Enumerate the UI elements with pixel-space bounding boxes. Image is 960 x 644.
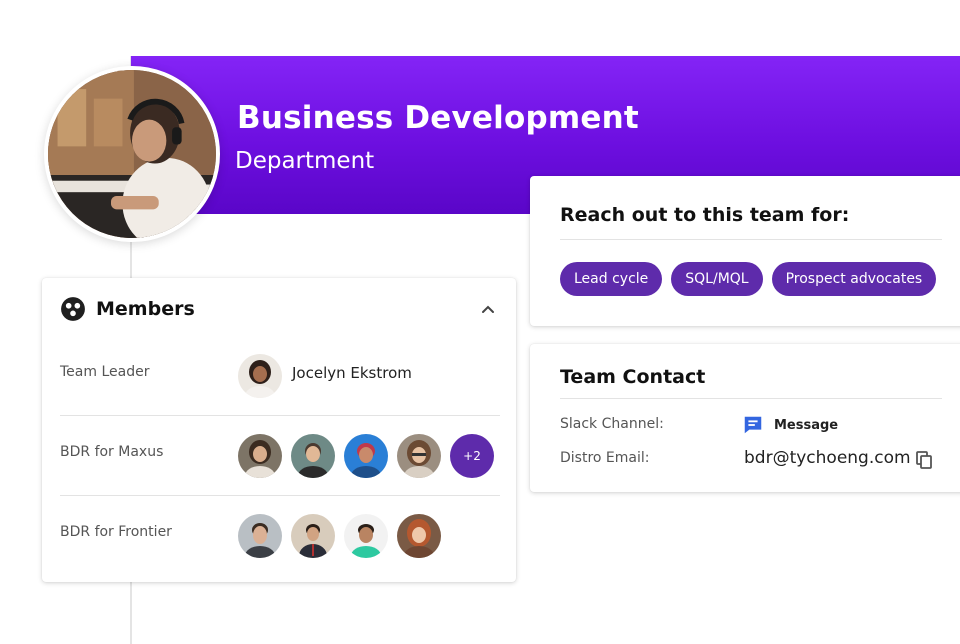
chevron-up-icon[interactable] (478, 300, 498, 320)
team-leader-name[interactable]: Jocelyn Ekstrom (292, 364, 412, 382)
slack-message-link[interactable]: Message (742, 414, 838, 436)
reach-out-card: Reach out to this team for: Lead cycle S… (530, 176, 960, 326)
avatar[interactable] (291, 514, 335, 558)
role-label: BDR for Maxus (60, 444, 164, 460)
avatar[interactable] (344, 434, 388, 478)
team-contact-title: Team Contact (560, 366, 706, 388)
members-title: Members (96, 298, 195, 320)
chip-lead-cycle[interactable]: Lead cycle (560, 262, 663, 296)
reach-out-title: Reach out to this team for: (560, 204, 850, 226)
member-row-team-leader: Team Leader Jocelyn Ekstrom (60, 336, 500, 416)
more-members-badge[interactable]: +2 (450, 434, 494, 478)
topic-chips: Lead cycle SQL/MQL Prospect advocates (560, 262, 945, 296)
copy-icon[interactable] (914, 450, 934, 470)
chip-sql-mql[interactable]: SQL/MQL (671, 262, 763, 296)
avatar[interactable] (397, 434, 441, 478)
members-header: Members (60, 296, 195, 322)
distro-email-value[interactable]: bdr@tychoeng.com (744, 448, 911, 468)
role-label: Team Leader (60, 364, 150, 380)
divider (560, 398, 942, 399)
chip-prospect-advocates[interactable]: Prospect advocates (771, 262, 937, 296)
team-photo (44, 66, 220, 242)
member-row-bdr-frontier: BDR for Frontier (60, 496, 500, 576)
avatar[interactable] (238, 514, 282, 558)
message-label: Message (774, 417, 839, 433)
avatar-group: +2 (238, 434, 494, 478)
slack-channel-label: Slack Channel: (560, 416, 664, 432)
divider (560, 239, 942, 240)
members-card: Members Team Leader Jocelyn Ekstrom BDR … (42, 278, 516, 582)
members-icon (61, 297, 85, 321)
member-row-bdr-maxus: BDR for Maxus +2 (60, 416, 500, 496)
role-label: BDR for Frontier (60, 524, 172, 540)
department-title: Business Development (237, 100, 639, 136)
avatar[interactable] (238, 354, 282, 398)
department-subtitle: Department (235, 148, 375, 174)
distro-email-label: Distro Email: (560, 450, 650, 466)
avatar-group (238, 354, 291, 398)
avatar[interactable] (397, 514, 441, 558)
team-contact-card: Team Contact Slack Channel: Message Dist… (530, 344, 960, 492)
message-icon (744, 416, 762, 434)
avatar-group (238, 514, 450, 558)
avatar[interactable] (291, 434, 335, 478)
avatar[interactable] (344, 514, 388, 558)
avatar[interactable] (238, 434, 282, 478)
